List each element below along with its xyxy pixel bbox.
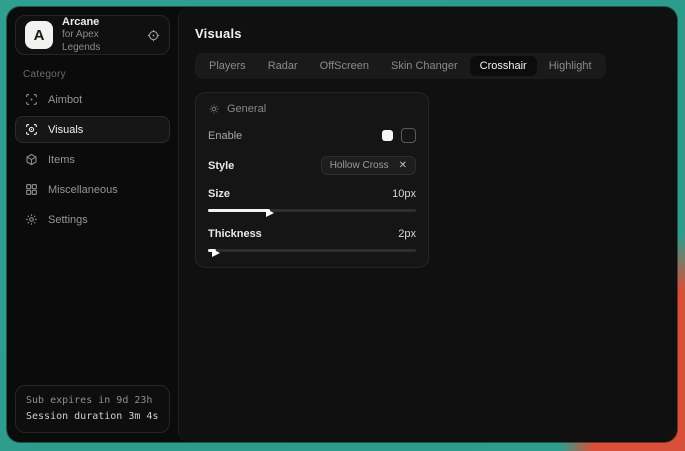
tab-crosshair[interactable]: Crosshair — [470, 56, 537, 76]
style-select[interactable]: Hollow Cross ✕ — [321, 156, 416, 175]
enable-row: Enable — [208, 128, 416, 143]
sidebar-nav: Aimbot Visuals Items — [15, 86, 170, 233]
size-label: Size — [208, 188, 230, 200]
sidebar-item-label: Miscellaneous — [48, 184, 118, 196]
sidebar-item-aimbot[interactable]: Aimbot — [15, 86, 170, 113]
style-label: Style — [208, 160, 234, 172]
sidebar-item-items[interactable]: Items — [15, 146, 170, 173]
enable-keybind-box[interactable] — [401, 128, 416, 143]
tab-players[interactable]: Players — [199, 56, 256, 76]
page-title: Visuals — [195, 26, 661, 41]
slider-fill — [208, 249, 216, 252]
visuals-eye-icon — [25, 123, 38, 136]
session-duration-text: Session duration 3m 4s — [26, 409, 159, 425]
style-value: Hollow Cross — [330, 160, 389, 171]
app-subtitle: for Apex Legends — [62, 29, 138, 54]
target-icon[interactable] — [147, 29, 160, 42]
enable-label: Enable — [208, 130, 242, 142]
enable-checkbox-checked[interactable] — [382, 130, 393, 141]
thickness-slider[interactable] — [208, 246, 416, 255]
brand-text: Arcane for Apex Legends — [62, 16, 138, 55]
sub-expires-text: Sub expires in 9d 23h — [26, 393, 159, 409]
section-header: General — [208, 103, 416, 115]
thickness-row: Thickness 2px — [208, 228, 416, 240]
size-slider[interactable] — [208, 206, 416, 215]
aimbot-crosshair-icon — [25, 93, 38, 106]
subscription-card: Sub expires in 9d 23h Session duration 3… — [15, 385, 170, 433]
section-title: General — [227, 103, 266, 115]
tab-skin-changer[interactable]: Skin Changer — [381, 56, 468, 76]
sidebar-item-visuals[interactable]: Visuals — [15, 116, 170, 143]
sidebar-item-settings[interactable]: Settings — [15, 206, 170, 233]
main-panel: Visuals Players Radar OffScreen Skin Cha… — [178, 7, 677, 442]
clear-icon[interactable]: ✕ — [399, 160, 407, 171]
sidebar-item-miscellaneous[interactable]: Miscellaneous — [15, 176, 170, 203]
style-row: Style Hollow Cross ✕ — [208, 156, 416, 175]
category-label: Category — [23, 69, 162, 80]
slider-thumb[interactable] — [212, 249, 220, 257]
gear-icon — [25, 213, 38, 226]
tab-highlight[interactable]: Highlight — [539, 56, 602, 76]
sidebar-item-label: Aimbot — [48, 94, 82, 106]
tab-offscreen[interactable]: OffScreen — [310, 56, 379, 76]
sidebar-item-label: Items — [48, 154, 75, 166]
misc-grid-icon — [25, 183, 38, 196]
general-settings-card: General Enable Style Hollow Cross ✕ Size… — [195, 92, 429, 268]
sidebar-item-label: Settings — [48, 214, 88, 226]
items-box-icon — [25, 153, 38, 166]
slider-fill — [208, 209, 270, 212]
brand-card: A Arcane for Apex Legends — [15, 15, 170, 55]
slider-track — [208, 249, 416, 252]
thickness-label: Thickness — [208, 228, 262, 240]
visuals-tabstrip: Players Radar OffScreen Skin Changer Cro… — [195, 53, 606, 79]
app-window: A Arcane for Apex Legends Category — [7, 7, 677, 442]
general-tune-icon — [208, 103, 220, 115]
app-title: Arcane — [62, 16, 138, 30]
size-row: Size 10px — [208, 188, 416, 200]
sidebar: A Arcane for Apex Legends Category — [7, 7, 178, 442]
app-logo: A — [25, 21, 53, 49]
slider-thumb[interactable] — [266, 209, 274, 217]
size-value: 10px — [392, 188, 416, 200]
tab-radar[interactable]: Radar — [258, 56, 308, 76]
thickness-value: 2px — [398, 228, 416, 240]
sidebar-item-label: Visuals — [48, 124, 83, 136]
